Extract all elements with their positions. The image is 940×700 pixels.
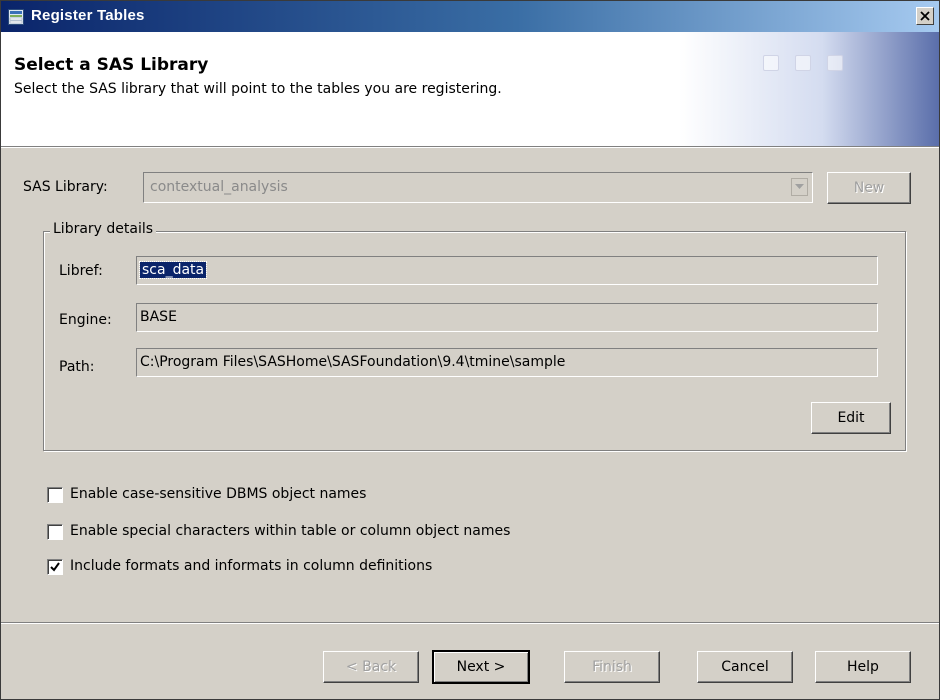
register-tables-dialog: Register Tables Select a SAS Library Sel…: [0, 0, 940, 700]
close-button[interactable]: [916, 7, 934, 25]
cancel-button[interactable]: Cancel: [697, 651, 793, 683]
path-label: Path:: [59, 359, 95, 375]
checkmark-icon: [50, 562, 60, 572]
decor-square-icon: [795, 55, 811, 71]
special-characters-checkbox[interactable]: [47, 524, 63, 540]
back-button[interactable]: < Back: [323, 651, 419, 683]
header-divider: [1, 147, 939, 148]
libref-value: sca_data: [138, 261, 208, 279]
libref-field[interactable]: sca_data: [136, 256, 878, 285]
case-sensitive-checkbox[interactable]: [47, 487, 63, 503]
sas-library-value: contextual_analysis: [150, 179, 288, 195]
window-title: Register Tables: [31, 7, 145, 24]
include-formats-label: Include formats and informats in column …: [70, 558, 433, 574]
edit-button[interactable]: Edit: [811, 402, 891, 434]
decor-square-icon: [827, 55, 843, 71]
decor-square-icon: [763, 55, 779, 71]
next-button[interactable]: Next >: [432, 650, 530, 684]
register-tables-icon: [8, 9, 24, 25]
sas-library-combobox[interactable]: contextual_analysis: [143, 172, 813, 203]
help-button[interactable]: Help: [815, 651, 911, 683]
title-bar[interactable]: Register Tables: [1, 1, 939, 32]
header-decoration: [679, 32, 939, 146]
finish-button[interactable]: Finish: [564, 651, 660, 683]
library-details-legend: Library details: [50, 221, 157, 237]
dropdown-arrow-button[interactable]: [791, 178, 808, 196]
page-title: Select a SAS Library: [14, 55, 209, 75]
engine-label: Engine:: [59, 312, 112, 328]
chevron-down-icon: [795, 184, 804, 189]
special-characters-label: Enable special characters within table o…: [70, 523, 511, 539]
engine-value: BASE: [140, 309, 177, 325]
case-sensitive-label: Enable case-sensitive DBMS object names: [70, 486, 367, 502]
wizard-header: Select a SAS Library Select the SAS libr…: [1, 32, 939, 147]
footer-separator: [1, 622, 939, 624]
page-subtitle: Select the SAS library that will point t…: [14, 81, 502, 97]
libref-label: Libref:: [59, 263, 103, 279]
new-library-button[interactable]: New: [827, 172, 911, 204]
path-value: C:\Program Files\SASHome\SASFoundation\9…: [140, 354, 566, 370]
close-icon: [920, 11, 930, 21]
include-formats-checkbox[interactable]: [47, 559, 63, 575]
sas-library-label: SAS Library:: [23, 179, 108, 195]
engine-field[interactable]: BASE: [136, 303, 878, 332]
path-field[interactable]: C:\Program Files\SASHome\SASFoundation\9…: [136, 348, 878, 377]
